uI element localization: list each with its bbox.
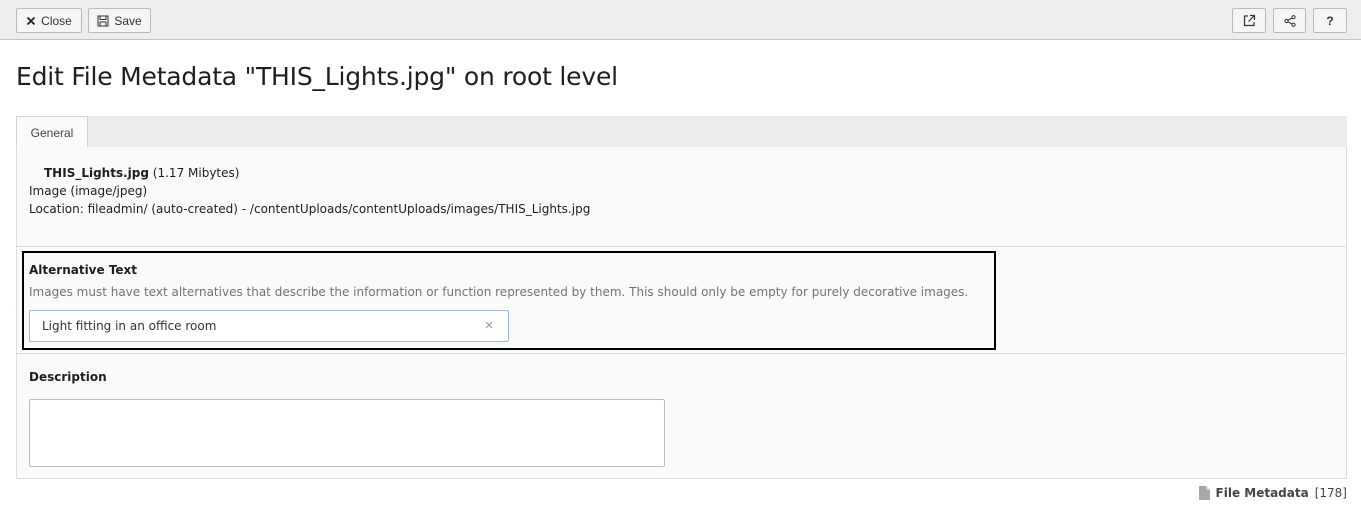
alternative-text-description: Images must have text alternatives that … (29, 285, 969, 299)
save-button[interactable]: Save (88, 8, 151, 33)
close-button-label: Close (41, 13, 72, 28)
clear-input-icon[interactable]: × (482, 318, 496, 333)
external-link-icon (1243, 14, 1255, 27)
file-size: (1.17 Mibytes) (152, 166, 240, 180)
doc-header-toolbar: Close Save ? (0, 0, 1361, 40)
file-name: THIS_Lights.jpg (44, 166, 149, 180)
share-icon (1283, 14, 1296, 27)
tab-general-label: General (30, 125, 74, 140)
alternative-text-label: Alternative Text (29, 263, 138, 277)
alternative-text-input[interactable]: Light fitting in an office room (29, 310, 509, 342)
help-icon: ? (1326, 13, 1334, 28)
section-divider (17, 353, 1346, 354)
save-icon (97, 15, 109, 26)
description-label: Description (29, 370, 107, 384)
file-location: Location: fileadmin/ (auto-created) - /c… (29, 202, 591, 216)
close-icon (27, 16, 36, 25)
save-button-label: Save (114, 13, 142, 28)
tab-general[interactable]: General (16, 116, 88, 148)
page-title: Edit File Metadata "THIS_Lights.jpg" on … (16, 62, 618, 91)
description-textarea[interactable] (29, 399, 665, 467)
file-type: Image (image/jpeg) (29, 184, 148, 198)
share-button[interactable] (1273, 8, 1306, 33)
tab-bar: General (16, 116, 1347, 148)
help-button[interactable]: ? (1313, 8, 1347, 33)
record-info: File Metadata [178] (1198, 486, 1347, 500)
record-type: File Metadata (1215, 486, 1309, 500)
close-button[interactable]: Close (16, 8, 82, 33)
file-info: THIS_Lights.jpg (1.17 Mibytes) Image (im… (29, 164, 590, 218)
file-icon (1198, 486, 1210, 500)
open-in-new-window-button[interactable] (1232, 8, 1266, 33)
section-divider (17, 246, 1346, 247)
alternative-text-value: Light fitting in an office room (42, 319, 217, 333)
record-id: [178] (1314, 486, 1347, 500)
